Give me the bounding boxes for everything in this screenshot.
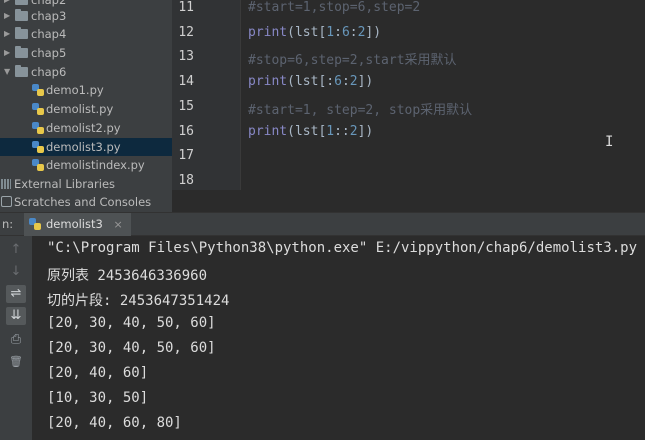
tree-folder-chap5[interactable]: ▶ chap5: [0, 44, 172, 62]
tree-label: demolist.py: [46, 102, 114, 116]
tree-external-libraries[interactable]: External Libraries: [0, 175, 172, 193]
console-line: [20, 30, 40, 50, 60]: [47, 315, 216, 331]
code-line-15[interactable]: #start=1, step=2, stop采用默认: [248, 99, 472, 118]
tree-label: demolist2.py: [46, 121, 121, 135]
tree-label: chap5: [31, 46, 67, 60]
line-number: 14: [178, 74, 194, 89]
collapse-arrow-icon[interactable]: ▼: [4, 63, 10, 81]
python-file-icon: [32, 84, 44, 96]
tree-label: demo1.py: [46, 83, 104, 97]
scratches-icon: [1, 196, 12, 207]
console-line: [20, 40, 60]: [47, 365, 149, 381]
tree-folder-chap4[interactable]: ▶ chap4: [0, 25, 172, 43]
up-arrow-icon[interactable]: ↑: [6, 241, 26, 259]
folder-icon: [15, 27, 28, 39]
python-file-icon: [32, 159, 44, 171]
tree-label: Scratches and Consoles: [14, 195, 152, 209]
folder-icon: [15, 65, 28, 77]
line-number-gutter: 11 12 13 14 15 16 17 18: [172, 0, 241, 190]
python-file-icon: [32, 141, 44, 153]
code-line-13[interactable]: #stop=6,step=2,start采用默认: [248, 49, 457, 68]
expand-arrow-icon[interactable]: ▶: [4, 7, 10, 25]
tree-label: demolist3.py: [46, 140, 121, 154]
code-line-14[interactable]: print(lst[:6:2]): [248, 74, 373, 89]
tree-scratches-and-consoles[interactable]: Scratches and Consoles: [0, 193, 172, 211]
scroll-to-end-icon[interactable]: ⇊: [6, 307, 26, 325]
line-number: 13: [178, 49, 194, 64]
tree-folder-chap6[interactable]: ▼ chap6: [0, 63, 172, 81]
tree-label: External Libraries: [14, 177, 116, 191]
run-panel-label: n:: [2, 217, 14, 231]
tree-label: chap4: [31, 27, 67, 41]
libraries-icon: [1, 179, 11, 189]
python-file-icon: [29, 218, 41, 230]
tree-file-demolist2[interactable]: demolist2.py: [0, 119, 172, 137]
console-output[interactable]: "C:\Program Files\Python38\python.exe" E…: [32, 236, 645, 440]
trash-icon[interactable]: 🗑: [6, 353, 26, 371]
line-number: 12: [178, 25, 194, 40]
tree-label: chap6: [31, 65, 67, 79]
line-number: 11: [178, 0, 194, 15]
code-line-12[interactable]: print(lst[1:6:2]): [248, 25, 381, 40]
line-number: 18: [178, 173, 194, 188]
text-cursor-icon: I: [605, 134, 614, 150]
close-icon[interactable]: ×: [113, 218, 122, 231]
expand-arrow-icon[interactable]: ▶: [4, 44, 10, 62]
run-panel-header: n: demolist3 ×: [0, 212, 645, 236]
folder-icon: [15, 46, 28, 58]
editor-footer: [172, 190, 645, 212]
tree-file-demo1[interactable]: demo1.py: [0, 81, 172, 99]
soft-wrap-icon[interactable]: ⇌: [6, 285, 26, 303]
tree-folder-chap3[interactable]: ▶ chap3: [0, 7, 172, 25]
tree-file-demolist3[interactable]: demolist3.py: [0, 138, 172, 156]
project-tree-panel: ▶ chap2 ▶ chap3 ▶ chap4 ▶ chap5 ▼ chap6 …: [0, 0, 172, 212]
code-line-16[interactable]: print(lst[1::2]): [248, 124, 373, 139]
folder-icon: [15, 9, 28, 21]
print-icon[interactable]: ⎙: [6, 331, 26, 349]
console-line: [20, 40, 60, 80]: [47, 415, 182, 431]
code-editor[interactable]: 11 12 13 14 15 16 17 18 #start=1,stop=6,…: [172, 0, 645, 212]
tree-file-demolist[interactable]: demolist.py: [0, 100, 172, 118]
line-number: 16: [178, 124, 194, 139]
run-tab-demolist3[interactable]: demolist3 ×: [24, 213, 131, 236]
python-file-icon: [32, 103, 44, 115]
run-toolbar: ↑ ↓ ⇌ ⇊ ⎙ 🗑: [0, 236, 32, 440]
run-tab-label: demolist3: [46, 217, 103, 231]
expand-arrow-icon[interactable]: ▶: [4, 25, 10, 43]
line-number: 15: [178, 99, 194, 114]
console-line: "C:\Program Files\Python38\python.exe" E…: [47, 240, 638, 256]
tree-file-demolistindex[interactable]: demolistindex.py: [0, 156, 172, 174]
console-line: 原列表 2453646336960: [47, 268, 208, 284]
folder-icon: [15, 0, 28, 5]
tree-label: demolistindex.py: [46, 158, 145, 172]
console-line: [20, 30, 40, 50, 60]: [47, 340, 216, 356]
line-number: 17: [178, 148, 194, 163]
down-arrow-icon[interactable]: ↓: [6, 263, 26, 281]
python-file-icon: [32, 122, 44, 134]
console-line: 切的片段: 2453647351424: [47, 293, 230, 309]
code-line-11[interactable]: #start=1,stop=6,step=2: [248, 0, 420, 15]
console-line: [10, 30, 50]: [47, 390, 149, 406]
tree-label: chap3: [31, 9, 67, 23]
